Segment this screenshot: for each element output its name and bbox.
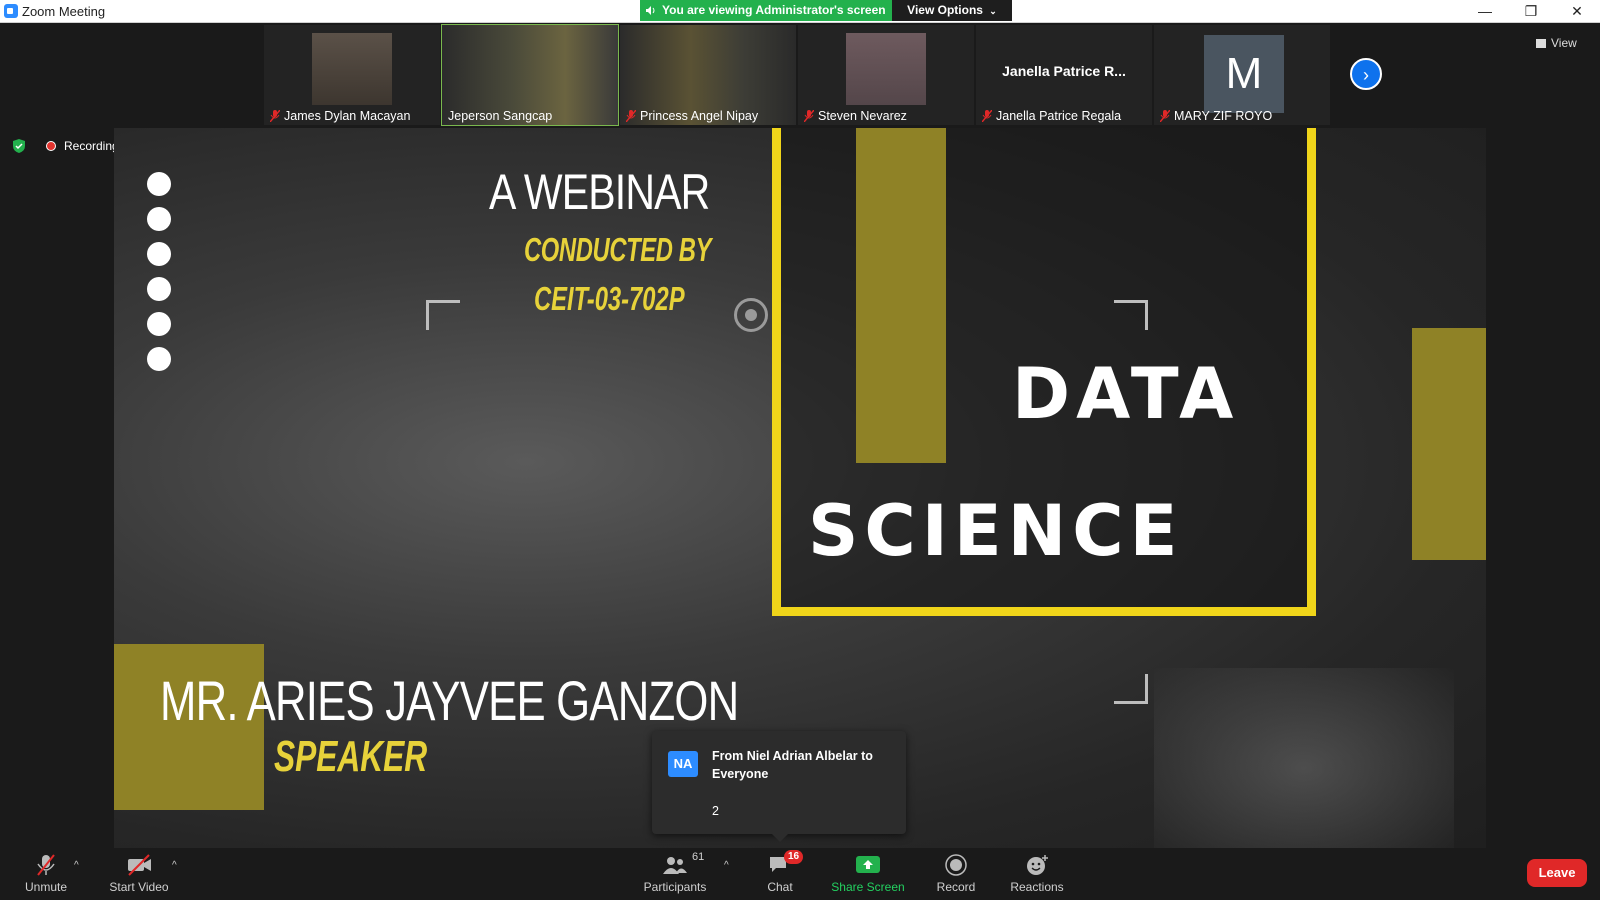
light-glow <box>1154 668 1454 868</box>
chat-message: 2 <box>712 804 719 818</box>
chat-sender: From Niel Adrian Albelar to Everyone <box>712 749 873 781</box>
participant-name: Princess Angel Nipay <box>626 109 758 123</box>
participant-thumbnails: James Dylan Macayan Jeperson Sangcap Pri… <box>264 24 1336 126</box>
participant-name: Steven Nevarez <box>804 109 907 123</box>
topic-line-1: DATA <box>1012 353 1240 435</box>
minimize-button[interactable]: — <box>1462 0 1508 22</box>
video-options-caret[interactable]: ^ <box>172 860 177 871</box>
bullet-dot <box>147 207 171 231</box>
speaker-name: MR. ARIES JAYVEE GANZON <box>160 669 739 732</box>
unmute-label: Unmute <box>24 880 68 894</box>
close-button[interactable]: ✕ <box>1554 0 1600 22</box>
start-video-button[interactable]: Start Video <box>104 848 174 900</box>
chat-icon: 16 <box>766 850 804 876</box>
chat-label: Chat <box>767 880 793 894</box>
participant-tile[interactable]: James Dylan Macayan <box>264 25 440 125</box>
chat-notification[interactable]: NA From Niel Adrian Albelar to Everyone … <box>652 731 906 842</box>
recording-label: Recording <box>64 139 119 153</box>
muted-mic-icon <box>804 110 814 122</box>
participant-tile[interactable]: M MARY ZIF ROYO <box>1154 25 1330 125</box>
participants-caret[interactable]: ^ <box>724 860 729 871</box>
bullet-dot <box>147 312 171 336</box>
view-options-label: View Options <box>907 3 983 17</box>
recording-icon <box>46 141 56 151</box>
muted-mic-icon <box>982 110 992 122</box>
view-options-button[interactable]: View Options ⌄ <box>892 0 1012 21</box>
share-screen-icon <box>856 856 880 873</box>
muted-mic-icon <box>626 110 636 122</box>
start-video-label: Start Video <box>109 880 169 894</box>
bullet-dot <box>147 172 171 196</box>
unmute-button[interactable]: Unmute <box>18 848 74 900</box>
participants-icon <box>663 857 687 874</box>
chat-button[interactable]: 16 Chat <box>752 848 808 900</box>
viewing-screen-banner: You are viewing Administrator's screen <box>640 0 892 21</box>
avatar: M <box>1204 35 1284 113</box>
participant-tile[interactable]: Steven Nevarez <box>798 25 974 125</box>
chevron-down-icon: ⌄ <box>989 6 997 16</box>
decorative-bar <box>1412 328 1486 560</box>
webinar-title: A WEBINAR <box>489 164 710 220</box>
participant-name: James Dylan Macayan <box>270 109 410 123</box>
share-screen-label: Share Screen <box>831 880 905 894</box>
participant-video <box>312 33 392 105</box>
participant-tile[interactable]: Janella Patrice R... Janella Patrice Reg… <box>976 25 1152 125</box>
restore-button[interactable]: ❐ <box>1508 0 1554 22</box>
view-button[interactable]: View <box>1536 33 1586 53</box>
organizer-label: CEIT-03-702P <box>534 280 685 317</box>
speaker-role: SPEAKER <box>274 732 428 781</box>
participant-name: Jeperson Sangcap <box>448 109 553 123</box>
window-title: Zoom Meeting <box>22 4 106 19</box>
speaker-icon <box>646 6 655 15</box>
bullet-dot <box>147 277 171 301</box>
participant-tile[interactable]: Princess Angel Nipay <box>620 25 796 125</box>
security-shield-icon <box>13 139 25 153</box>
zoom-app-icon <box>4 4 18 18</box>
chevron-right-icon[interactable]: › <box>1350 58 1382 90</box>
participant-tile[interactable]: Jeperson Sangcap <box>441 24 619 126</box>
participants-button[interactable]: 61 Participants <box>640 848 710 900</box>
participant-name: Janella Patrice Regala <box>982 109 1121 123</box>
record-label: Record <box>936 880 976 894</box>
muted-mic-icon <box>1160 110 1170 122</box>
decorative-bar <box>856 128 946 463</box>
grid-icon <box>1536 39 1546 48</box>
meeting-main-area: James Dylan Macayan Jeperson Sangcap Pri… <box>0 23 1600 900</box>
muted-mic-icon <box>270 110 280 122</box>
bullet-dot <box>147 242 171 266</box>
reactions-button[interactable]: Reactions <box>1004 848 1070 900</box>
audio-options-caret[interactable]: ^ <box>74 860 79 871</box>
reactions-label: Reactions <box>1010 880 1064 894</box>
corner-bracket <box>426 300 460 330</box>
viewing-text: You are viewing Administrator's screen <box>662 3 886 17</box>
share-screen-button[interactable]: Share Screen <box>830 848 906 900</box>
muted-mic-icon <box>37 854 55 876</box>
participant-display-name: Janella Patrice R... <box>1002 63 1126 79</box>
record-icon <box>945 854 967 876</box>
participant-name: MARY ZIF ROYO <box>1160 109 1272 123</box>
participant-video <box>846 33 926 105</box>
leave-button[interactable]: Leave <box>1527 859 1587 887</box>
chat-badge: 16 <box>784 850 804 864</box>
corner-bracket <box>1114 300 1148 330</box>
bullet-dot <box>147 347 171 371</box>
meeting-toolbar: Unmute ^ Start Video ^ 61 Participants ^… <box>0 848 1600 900</box>
decorative-ring <box>734 298 768 332</box>
record-button[interactable]: Record <box>928 848 984 900</box>
sender-avatar: NA <box>668 751 698 777</box>
corner-bracket <box>1114 674 1148 704</box>
video-off-icon <box>128 854 151 876</box>
reactions-icon <box>1027 855 1048 875</box>
participants-count: 61 <box>692 851 705 863</box>
topic-line-2: SCIENCE <box>808 490 1184 572</box>
participants-label: Participants <box>643 880 707 894</box>
conducted-by-label: CONDUCTED BY <box>524 231 712 268</box>
